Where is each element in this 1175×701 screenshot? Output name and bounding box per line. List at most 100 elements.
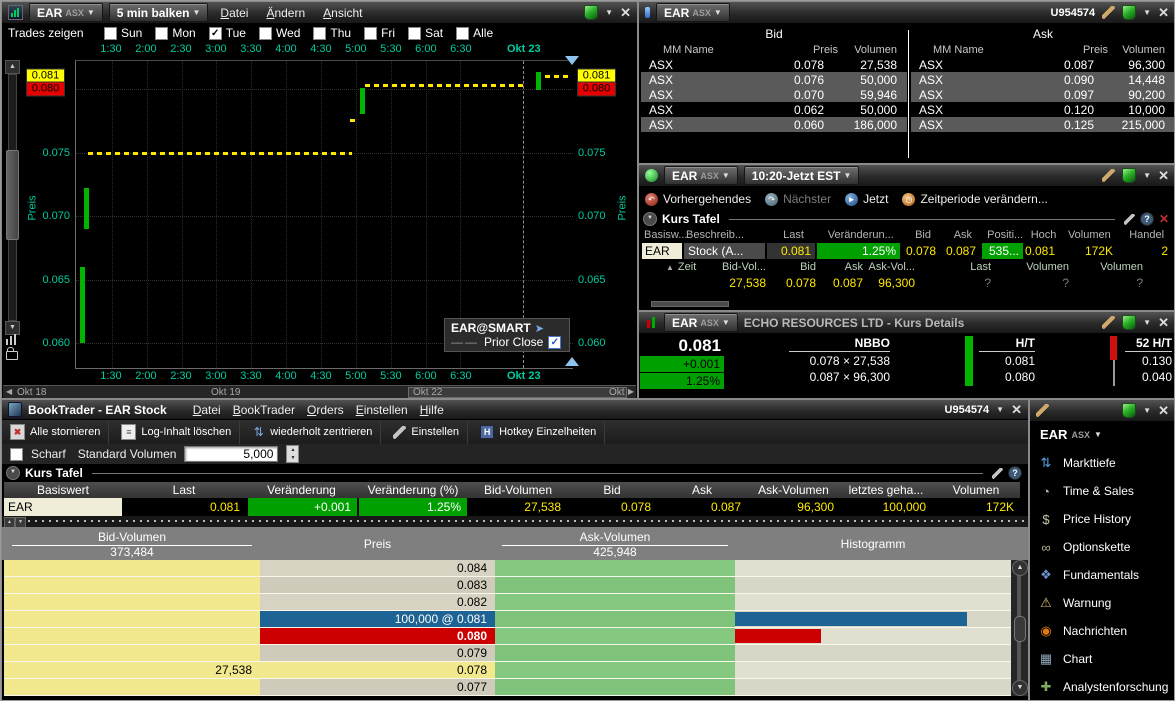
toolbar-button[interactable]: Einstellen <box>385 420 468 444</box>
day-checkbox[interactable] <box>364 27 377 40</box>
column-header[interactable]: Veränderun... <box>818 229 903 241</box>
day-filter[interactable]: Alle <box>456 26 493 40</box>
day-checkbox[interactable] <box>259 27 272 40</box>
ladder-price-cell[interactable]: 0.079 <box>260 645 495 661</box>
chart-titlebar[interactable]: EAR ASX ▼ 5 min balken ▼ Datei Ändern An… <box>2 2 637 24</box>
ladder-bid-cell[interactable] <box>4 679 260 695</box>
menu-datei[interactable]: Datei <box>187 403 227 417</box>
depth-row[interactable]: ASX0.07650,000 <box>641 72 907 87</box>
column-header[interactable]: Last <box>919 261 995 273</box>
column-header[interactable]: Ask <box>657 483 747 497</box>
menu-aendern[interactable]: Ändern <box>260 6 311 20</box>
day-filter[interactable]: Sun <box>104 26 142 40</box>
ladder-ask-cell[interactable] <box>495 577 735 593</box>
scroll-left-icon[interactable]: ◀ <box>6 387 12 396</box>
booktrader-titlebar[interactable]: BookTrader - EAR Stock DateiBookTraderOr… <box>2 400 1028 420</box>
menu-booktrader[interactable]: BookTrader <box>227 403 301 417</box>
wrench-icon[interactable] <box>1124 214 1135 225</box>
details-symbol-button[interactable]: EAR ASX ▼ <box>664 313 738 332</box>
spinner-stepper[interactable]: ▲▼ <box>286 445 299 463</box>
wrench-icon[interactable] <box>1102 316 1115 329</box>
ladder-scrollbar[interactable]: ▲ ▼ <box>1011 560 1028 696</box>
column-header[interactable]: ▲Zeit <box>642 261 712 273</box>
chart-pan-marker-top-icon[interactable] <box>565 56 579 65</box>
ladder-ask-cell[interactable] <box>495 645 735 661</box>
ladder-price-cell[interactable]: 0.084 <box>260 560 495 576</box>
toolbar-button[interactable]: HHotkey Einzelheiten <box>472 420 605 444</box>
sidebar-item-markttiefe[interactable]: ⇅Markttiefe <box>1038 450 1171 476</box>
ladder-price-cell[interactable]: 0.078 <box>260 662 495 678</box>
chart-symbol-button[interactable]: EAR ASX ▼ <box>29 3 103 22</box>
ladder-bid-cell[interactable] <box>4 594 260 610</box>
depth-row[interactable]: ASX0.08796,300 <box>911 57 1175 72</box>
column-header[interactable]: Bid <box>567 483 657 497</box>
period-titlebar[interactable]: EAR ASX ▼ 10:20-Jetzt EST ▼ ▼ ✕ <box>639 165 1175 187</box>
details-titlebar[interactable]: EAR ASX ▼ ECHO RESOURCES LTD - Kurs Deta… <box>639 312 1175 334</box>
column-header[interactable]: Last <box>122 483 246 497</box>
ladder-ask-cell[interactable] <box>495 662 735 678</box>
sidebar-item-chart[interactable]: ▦Chart <box>1038 646 1171 672</box>
quote-row[interactable]: EARStock (A...0.0811.25%0.0780.087535...… <box>642 243 1174 259</box>
titlebar-menu-caret[interactable]: ▼ <box>996 405 1004 414</box>
titlebar-menu-caret[interactable]: ▼ <box>1143 406 1151 415</box>
column-header[interactable]: Ask <box>820 261 867 273</box>
toolbar-button[interactable]: ≡Log-Inhalt löschen <box>113 420 240 444</box>
scroll-down-icon[interactable]: ▼ <box>1012 680 1028 696</box>
ladder-bid-cell[interactable] <box>4 560 260 576</box>
quote-row[interactable]: EAR0.081+0.0011.25%27,5380.0780.08796,30… <box>4 498 1020 516</box>
ladder-bid-cell[interactable] <box>4 628 260 644</box>
ladder-ask-cell[interactable] <box>495 679 735 695</box>
titlebar-menu-caret[interactable]: ▼ <box>605 8 613 17</box>
sidebar-item-analystenforschung[interactable]: ✚Analystenforschung <box>1038 674 1171 700</box>
close-icon[interactable]: ✕ <box>1158 6 1169 19</box>
chart-date-scrollbar[interactable]: ◀ Okt 18 Okt 19 Okt 22 Okt ▶ <box>3 385 636 399</box>
sidebar-symbol[interactable]: EAR ASX ▼ <box>1040 427 1102 442</box>
sidebar-item-time-sales[interactable]: ◔Time & Sales <box>1038 478 1171 504</box>
ladder-price-cell[interactable]: 0.083 <box>260 577 495 593</box>
period-symbol-button[interactable]: EAR ASX ▼ <box>664 166 738 185</box>
depth-row[interactable]: ASX0.09790,200 <box>911 87 1175 102</box>
column-header[interactable]: Veränderung <box>246 483 357 497</box>
depth-row[interactable]: ASX0.07827,538 <box>641 57 907 72</box>
scroll-right-icon[interactable]: ▶ <box>628 387 634 396</box>
default-size-input[interactable] <box>184 446 278 462</box>
column-header[interactable]: Basisw... <box>642 229 684 241</box>
menu-hilfe[interactable]: Hilfe <box>414 403 450 417</box>
column-header[interactable]: Basiswert <box>4 483 122 497</box>
day-checkbox[interactable] <box>313 27 326 40</box>
day-checkbox[interactable] <box>155 27 168 40</box>
help-icon[interactable]: ? <box>1140 212 1154 226</box>
day-filter[interactable]: ✓Tue <box>209 26 246 40</box>
column-header[interactable]: Bid-Vol... <box>712 261 770 273</box>
column-header[interactable]: Veränderung (%) <box>357 483 469 497</box>
menu-einstellen[interactable]: Einstellen <box>350 403 414 417</box>
toolbar-button[interactable]: ►Jetzt <box>845 192 888 206</box>
ladder-price-cell[interactable]: 0.082 <box>260 594 495 610</box>
close-section-icon[interactable]: ✕ <box>1159 212 1169 226</box>
ladder-ask-cell[interactable] <box>495 560 735 576</box>
scroll-up-icon[interactable]: ▲ <box>1012 560 1028 576</box>
prior-close-checkbox[interactable]: ✓ <box>548 336 561 349</box>
titlebar-menu-caret[interactable]: ▼ <box>1143 171 1151 180</box>
wrench-icon[interactable] <box>1036 404 1049 417</box>
help-icon[interactable]: ? <box>1008 466 1022 480</box>
column-header[interactable]: Bid <box>770 261 820 273</box>
scrollbar-thumb[interactable] <box>1014 616 1026 642</box>
day-filter[interactable]: Sat <box>408 26 443 40</box>
scroll-up-icon[interactable]: ▲ <box>5 60 20 74</box>
column-header[interactable]: Ask-Volumen <box>747 483 840 497</box>
depth-row[interactable]: ASX0.09014,448 <box>911 72 1175 87</box>
wrench-icon[interactable] <box>992 468 1003 479</box>
column-header[interactable]: Bid <box>903 229 943 241</box>
column-header[interactable]: Volumen <box>1059 229 1119 241</box>
sidebar-item-nachrichten[interactable]: ◉Nachrichten <box>1038 618 1171 644</box>
unlock-icon[interactable] <box>6 347 18 365</box>
close-icon[interactable]: ✕ <box>1011 403 1022 416</box>
chart-pan-marker-bottom-icon[interactable] <box>565 357 579 366</box>
toolbar-button[interactable]: ◷Zeitperiode verändern... <box>902 192 1047 206</box>
toolbar-button[interactable]: ✖Alle stornieren <box>2 420 109 444</box>
chart-vertical-scrollbar[interactable]: ▲ ▼ <box>3 60 20 367</box>
ladder-bid-cell[interactable] <box>4 577 260 593</box>
time-period-button[interactable]: 10:20-Jetzt EST ▼ <box>744 166 860 185</box>
menu-ansicht[interactable]: Ansicht <box>317 6 368 20</box>
